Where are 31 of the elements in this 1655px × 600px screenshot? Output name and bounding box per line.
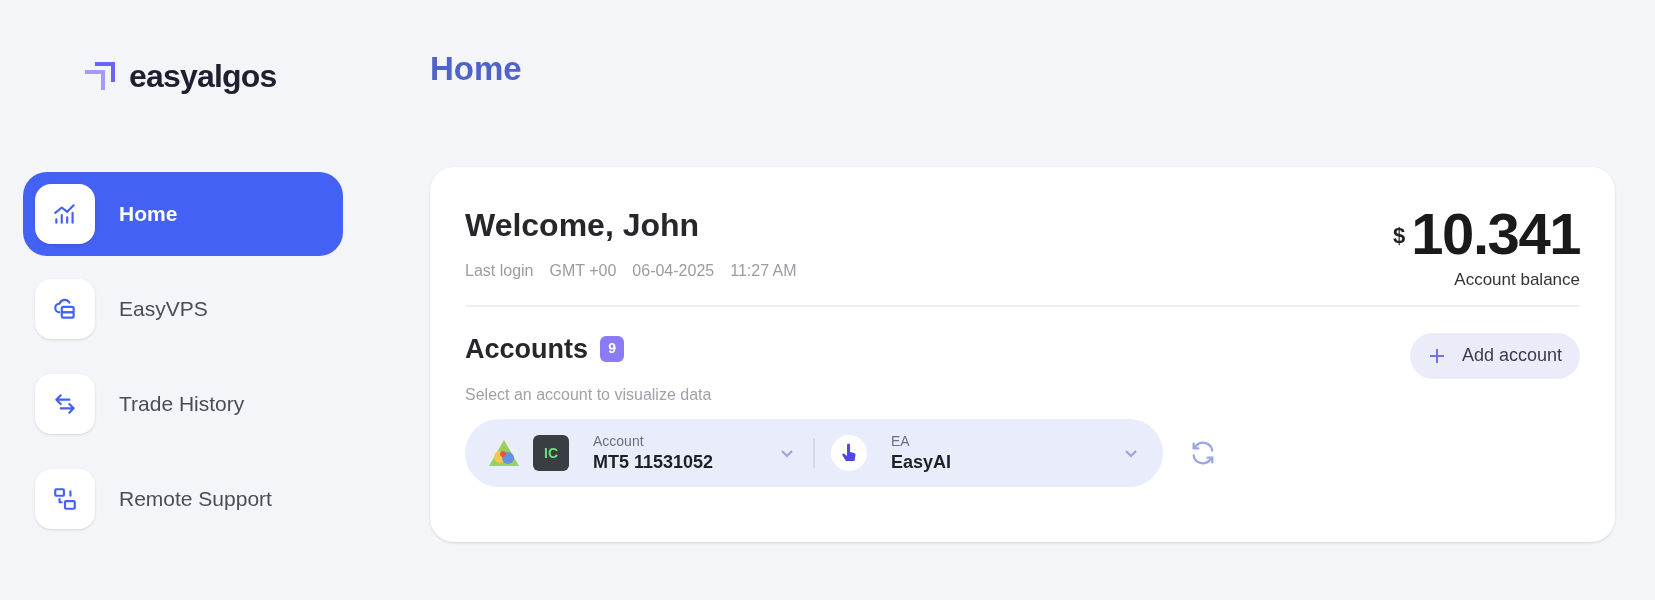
add-account-button[interactable]: Add account <box>1409 332 1580 379</box>
chart-icon <box>52 201 78 227</box>
sidebar-item[interactable]: Trade History <box>23 362 343 446</box>
plus-icon <box>1427 346 1446 365</box>
sidebar-item[interactable]: Home <box>23 172 343 256</box>
selector-value: EasyAI <box>891 450 953 473</box>
account-selector[interactable]: IC Account MT5 11531052 EA EasyAI <box>465 419 1163 487</box>
selector-value: MT5 11531052 <box>593 450 715 473</box>
platform-logo-icon <box>487 438 521 468</box>
selector-label: Account <box>593 433 645 451</box>
currency-symbol: $ <box>1393 222 1406 250</box>
last-login-text: 11:27 AM <box>730 261 797 281</box>
sidebar-item[interactable]: EasyVPS <box>23 267 343 351</box>
logo-text: easyalgos <box>129 57 277 96</box>
welcome-title: Welcome, John <box>465 206 701 245</box>
cloud-server-icon <box>52 296 78 322</box>
balance-label: Account balance <box>1454 269 1580 291</box>
accounts-title: Accounts <box>465 332 589 366</box>
count-badge: 9 <box>600 335 625 362</box>
broker-logo: IC <box>533 435 569 471</box>
last-login-text: Last login <box>465 261 534 281</box>
hand-pointer-icon <box>831 435 867 471</box>
selector-label: EA <box>891 433 911 451</box>
sidebar-item[interactable]: Remote Support <box>23 457 343 541</box>
last-login-text: 06-04-2025 <box>632 261 715 281</box>
accounts-subtitle: Select an account to visualize data <box>465 385 712 405</box>
balance-amount: 10.341 <box>1411 205 1580 263</box>
page-title: Home <box>430 52 523 89</box>
last-login-text: GMT +00 <box>549 261 617 281</box>
remote-devices-icon <box>52 486 78 512</box>
swap-arrows-icon <box>52 391 78 417</box>
